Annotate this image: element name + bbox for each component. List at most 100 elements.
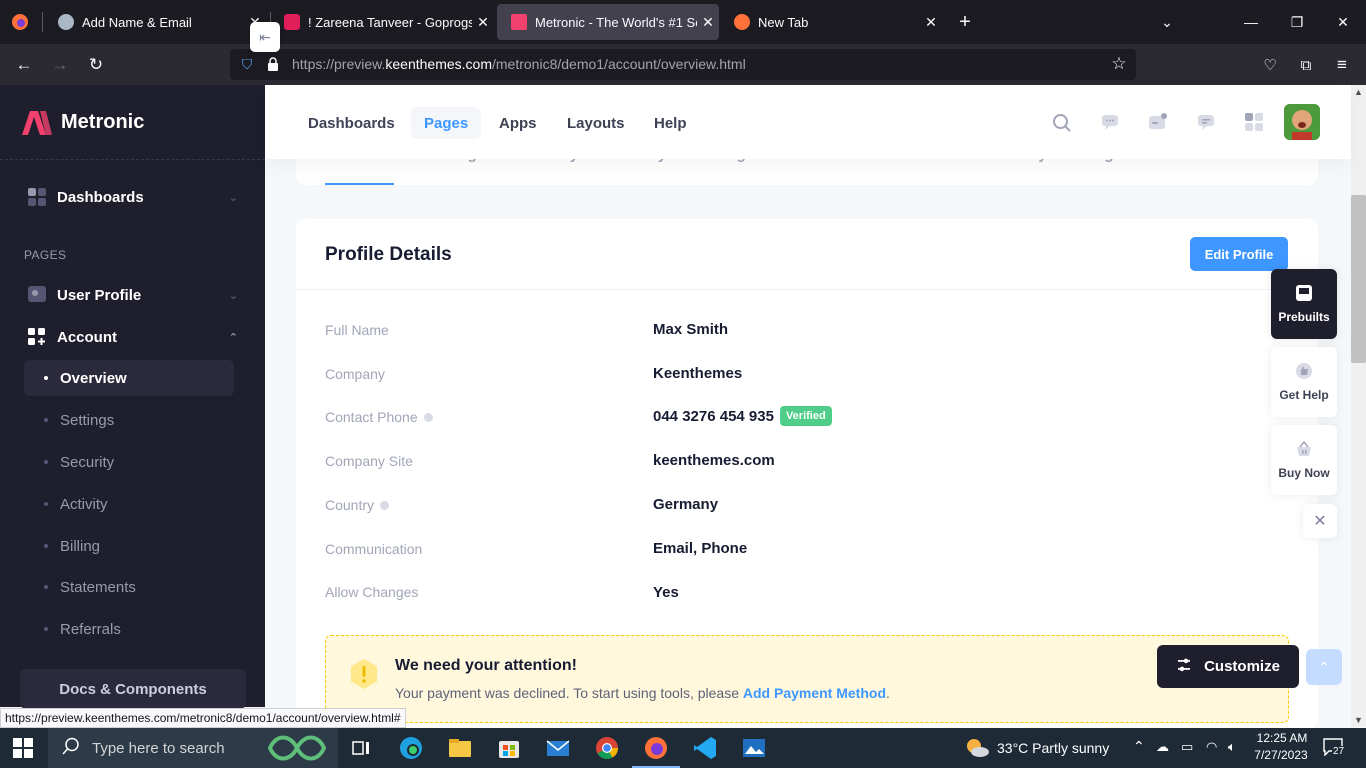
url-text: https://preview.keenthemes.com/metronic8…: [292, 56, 746, 72]
sidebar-toggle-arrow-icon[interactable]: ⇤: [250, 22, 280, 52]
chrome-icon[interactable]: [593, 734, 621, 762]
tab-slack[interactable]: ! Zareena Tanveer - Goprogs Tec ✕: [270, 0, 494, 44]
clock-time[interactable]: 12:25 AM: [1254, 731, 1310, 745]
sidebar-item-user-profile[interactable]: User Profile ⌄: [28, 286, 238, 304]
firefox-favicon-icon: [734, 14, 750, 30]
list-tabs-chevron-icon[interactable]: ⌄: [1144, 0, 1190, 44]
weather-partly-sunny-icon[interactable]: [964, 736, 990, 765]
sidebar-subitem-billing[interactable]: Billing: [24, 528, 234, 564]
restore-window-icon[interactable]: ❐: [1274, 0, 1320, 44]
basket-icon: [1295, 440, 1313, 458]
battery-icon[interactable]: ▭: [1181, 739, 1193, 755]
dashboard-grid-icon: [28, 188, 46, 206]
notification-card-icon[interactable]: [1148, 113, 1168, 131]
sidebar-subitem-overview[interactable]: Overview: [24, 360, 234, 396]
reload-icon[interactable]: ↻: [83, 52, 109, 78]
windows-start-icon[interactable]: [13, 738, 33, 758]
menu-apps[interactable]: Apps: [486, 107, 550, 139]
row-label-company-site: Company Site: [325, 453, 413, 469]
close-panel-icon[interactable]: ✕: [1303, 504, 1337, 538]
add-payment-method-link[interactable]: Add Payment Method: [743, 685, 886, 701]
back-arrow-icon[interactable]: ←: [11, 52, 37, 78]
firefox-taskbar-icon[interactable]: [642, 734, 670, 762]
page-scrollbar[interactable]: ▲ ▼: [1351, 85, 1366, 727]
brand-name: Metronic: [61, 110, 145, 133]
show-hidden-icons-chevron-icon[interactable]: ⌃: [1133, 738, 1145, 755]
bookmark-star-icon[interactable]: ☆: [1106, 51, 1132, 77]
close-window-icon[interactable]: ✕: [1320, 0, 1366, 44]
lock-icon[interactable]: [260, 51, 286, 77]
volume-icon[interactable]: 🔈︎: [1228, 739, 1236, 755]
extensions-icon[interactable]: ⧉: [1293, 52, 1319, 78]
clock-date[interactable]: 7/27/2023: [1251, 748, 1311, 762]
get-help-button[interactable]: Get Help: [1271, 347, 1337, 417]
sidebar-subitem-security[interactable]: Security: [24, 444, 234, 480]
tab-add-name-email[interactable]: Add Name & Email ✕: [44, 0, 266, 44]
app-header: Dashboards Pages Apps Layouts Help: [265, 85, 1351, 159]
edge-browser-icon[interactable]: [397, 734, 425, 762]
customize-button[interactable]: Customize: [1157, 645, 1299, 688]
photos-icon[interactable]: [740, 734, 768, 762]
sidebar-item-label: Account: [57, 328, 117, 346]
notice-text: Your payment was declined. To start usin…: [395, 685, 890, 701]
chat-bubbles-icon[interactable]: [1100, 113, 1120, 131]
info-icon[interactable]: [380, 500, 390, 510]
bullet-icon: [44, 502, 48, 506]
edit-profile-button[interactable]: Edit Profile: [1190, 237, 1288, 271]
hamburger-menu-icon[interactable]: ≡: [1329, 52, 1355, 78]
shield-icon[interactable]: ⛉: [234, 51, 260, 77]
row-label-communication: Communication: [325, 541, 423, 557]
vscode-icon[interactable]: [691, 734, 719, 762]
row-value-company-site[interactable]: keenthemes.com: [653, 452, 775, 469]
sidebar-subitem-statements[interactable]: Statements: [24, 569, 234, 605]
network-cloud-icon[interactable]: ☁: [1156, 739, 1169, 755]
taskbar-search-box[interactable]: Type here to search: [48, 728, 338, 768]
menu-layouts[interactable]: Layouts: [554, 107, 638, 139]
microsoft-store-icon[interactable]: [495, 734, 523, 762]
bullet-icon: [44, 544, 48, 548]
menu-dashboards[interactable]: Dashboards: [295, 107, 408, 139]
message-icon[interactable]: [1196, 113, 1216, 131]
file-explorer-icon[interactable]: [446, 734, 474, 762]
scrollbar-thumb[interactable]: [1351, 195, 1366, 363]
buy-now-button[interactable]: Buy Now: [1271, 425, 1337, 495]
minimize-window-icon[interactable]: —: [1228, 0, 1274, 44]
docs-components-button[interactable]: Docs & Components: [20, 669, 246, 709]
sidebar-subitem-activity[interactable]: Activity: [24, 486, 234, 522]
slack-favicon-icon: [284, 14, 300, 30]
apps-grid-icon[interactable]: [1244, 113, 1264, 131]
address-bar[interactable]: ⛉ https://preview.keenthemes.com/metroni…: [230, 49, 1136, 80]
task-view-icon[interactable]: [347, 734, 375, 762]
row-value-allow-changes: Yes: [653, 584, 679, 601]
user-avatar[interactable]: [1284, 104, 1320, 140]
forward-arrow-icon[interactable]: →: [47, 52, 73, 78]
close-tab-icon[interactable]: ✕: [472, 14, 494, 31]
brand-logo[interactable]: Metronic: [20, 109, 144, 135]
close-tab-icon[interactable]: ✕: [697, 14, 719, 31]
menu-pages[interactable]: Pages: [411, 107, 482, 139]
sidebar-subitem-settings[interactable]: Settings: [24, 402, 234, 438]
firefox-menu-icon[interactable]: [7, 9, 33, 35]
wifi-icon[interactable]: ◠: [1206, 739, 1217, 755]
sidebar-item-label: Dashboards: [57, 188, 144, 206]
tab-new-tab[interactable]: New Tab ✕: [720, 0, 942, 44]
menu-help[interactable]: Help: [641, 107, 700, 139]
prebuilts-button[interactable]: Prebuilts: [1271, 269, 1337, 339]
info-icon[interactable]: [423, 412, 433, 422]
search-icon[interactable]: [1052, 113, 1072, 132]
mail-icon[interactable]: [544, 734, 572, 762]
weather-text[interactable]: 33°C Partly sunny: [997, 740, 1109, 756]
scroll-top-arrow-icon[interactable]: ⌃: [1306, 649, 1342, 685]
search-icon: [62, 737, 80, 759]
scroll-down-arrow-icon[interactable]: ▼: [1354, 715, 1363, 725]
sidebar-item-label: User Profile: [57, 286, 142, 304]
sidebar-item-dashboards[interactable]: Dashboards ⌄: [28, 188, 238, 206]
sidebar-subitem-referrals[interactable]: Referrals: [24, 611, 234, 647]
sidebar-item-account[interactable]: Account ⌃: [28, 328, 238, 346]
scroll-up-arrow-icon[interactable]: ▲: [1354, 87, 1363, 97]
close-tab-icon[interactable]: ✕: [920, 14, 942, 31]
pocket-icon[interactable]: ♡: [1257, 52, 1283, 78]
tab-metronic[interactable]: Metronic - The World's #1 Sellin ✕: [497, 4, 719, 40]
sidebar-divider: [0, 159, 265, 160]
new-tab-plus-icon[interactable]: +: [942, 0, 988, 44]
